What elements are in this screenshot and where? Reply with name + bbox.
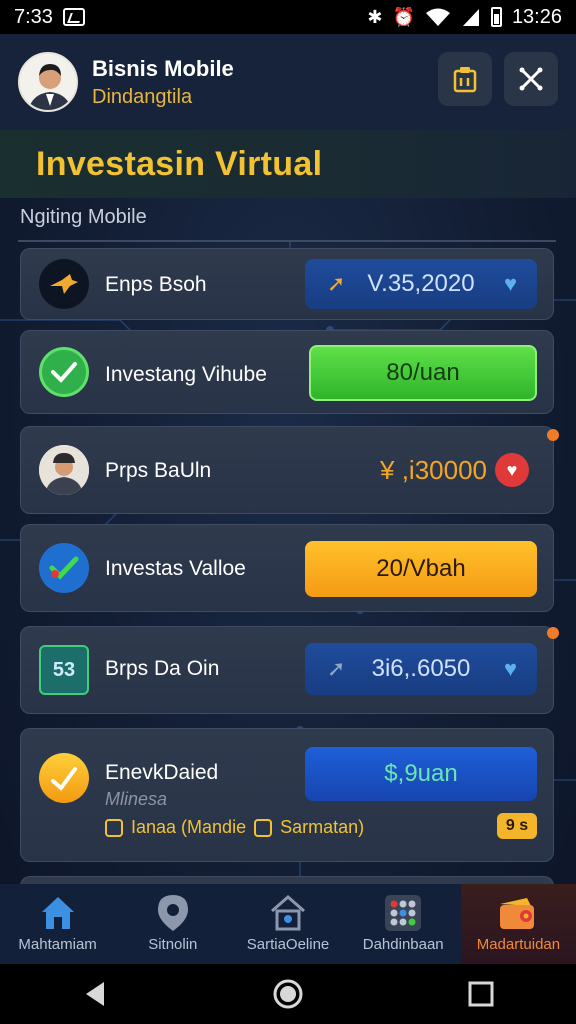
person-avatar (39, 445, 89, 495)
card-value-pill[interactable]: 20/Vbah (305, 541, 537, 597)
section-divider (18, 240, 556, 242)
card-value: ¥ ,i30000 (380, 455, 487, 485)
card-value-pill[interactable]: $,9uan (305, 747, 537, 801)
card-link-right[interactable]: Sarmatan) (280, 817, 364, 838)
back-icon[interactable] (82, 980, 108, 1008)
card-label: Brps Da Oin (105, 657, 220, 680)
mini-badge: 9 s (497, 813, 537, 839)
heart-icon: ♥ (503, 656, 517, 681)
clipboard-button[interactable] (438, 52, 492, 106)
page-banner: Investasin Virtual (0, 130, 576, 198)
card-links: Ianaa (Mandie Sarmatan) (105, 817, 364, 838)
card-link-left[interactable]: Ianaa (Mandie (131, 817, 246, 838)
note-icon (254, 818, 273, 837)
chevron-up-icon: ➚ (327, 271, 346, 296)
system-navigation-bar (0, 964, 576, 1024)
card-label: Investang Vihube (105, 363, 267, 386)
grid-dots-icon (382, 892, 424, 934)
card-value: 3i6,.6050 (371, 655, 471, 682)
heart-icon[interactable]: ♥ (495, 453, 529, 487)
wallet-icon (497, 892, 539, 934)
wifi-icon (425, 8, 450, 26)
card-value: 80/uan (386, 359, 460, 386)
status-time-right: 13:26 (511, 5, 562, 28)
investment-card-5[interactable]: 53 Brps Da Oin ➚ 3i6,.6050 ♥ (20, 626, 559, 714)
close-button[interactable] (504, 52, 558, 106)
card-value: $,9uan (384, 760, 458, 787)
recents-icon[interactable] (468, 981, 494, 1007)
nav-label: Dahdinbaan (362, 936, 444, 953)
notification-dot (547, 429, 559, 441)
battery-icon (490, 7, 502, 27)
card-value: V.35,2020 (367, 270, 475, 297)
bluetooth-icon: ✱ (367, 7, 383, 27)
investment-card-3[interactable]: Prps BaUln ¥ ,i30000 ♥ (20, 426, 559, 514)
nav-label: Madartuidan (476, 936, 561, 953)
user-avatar[interactable] (18, 52, 78, 112)
coin-icon (39, 753, 89, 803)
card-value: 20/Vbah (376, 555, 466, 582)
check-globe-icon (39, 543, 89, 593)
nav-item-network[interactable]: SartiaOeline (230, 884, 345, 964)
fox-icon (39, 259, 89, 309)
app-header: Bisnis Mobile Dindangtila (0, 34, 576, 130)
nav-label: Sitnolin (148, 936, 198, 953)
avatar-portrait-icon (20, 54, 76, 110)
calendar-badge-text: 53 (52, 658, 76, 681)
location-pin-icon (152, 892, 194, 934)
header-subtitle: Dindangtila (92, 85, 193, 108)
nav-item-location[interactable]: Sitnolin (115, 884, 230, 964)
nav-label: Mahtamiam (18, 936, 97, 953)
bottom-navigation: Mahtamiam Sitnolin SartiaOeline Dahdinba… (0, 884, 576, 964)
card-label: Investas Valloe (105, 557, 246, 580)
image-icon (62, 8, 85, 26)
investment-card-2[interactable]: Investang Vihube 80/uan (20, 330, 554, 414)
card-label: Prps BaUln (105, 459, 212, 482)
home-icon (37, 892, 79, 934)
card-value-pill[interactable]: 80/uan (309, 345, 537, 401)
calendar-icon: 53 (39, 645, 89, 695)
heart-icon: ♥ (503, 271, 517, 296)
nav-label: SartiaOeline (246, 936, 330, 953)
investment-card-6[interactable]: EnevkDaied Mlinesa Ianaa (Mandie Sarmata… (20, 728, 554, 862)
close-icon (519, 67, 543, 91)
header-title: Bisnis Mobile (92, 55, 234, 81)
camera-icon (105, 818, 123, 837)
status-time: 7:33 (14, 5, 53, 28)
status-bar: 7:33 ✱ ⏰ 13:26 (0, 0, 576, 34)
notification-dot (547, 627, 559, 639)
card-value-pill[interactable]: ➚ 3i6,.6050 ♥ (305, 643, 537, 695)
nav-item-wallet[interactable]: Madartuidan (460, 884, 576, 964)
card-muted-text: Mlinesa (105, 789, 168, 809)
section-label: Ngiting Mobile (20, 206, 147, 228)
card-value-pill[interactable]: ➚ V.35,2020 ♥ (305, 259, 537, 309)
chevron-up-icon: ➚ (327, 656, 346, 681)
card-label: EnevkDaied (105, 761, 219, 784)
nav-item-grid[interactable]: Dahdinbaan (346, 884, 461, 964)
check-circle-icon (39, 347, 89, 397)
clipboard-icon (453, 67, 477, 93)
investment-card-4[interactable]: Investas Valloe 20/Vbah (20, 524, 554, 612)
investment-card-1[interactable]: Enps Bsoh ➚ V.35,2020 ♥ (20, 248, 554, 320)
house-network-icon (267, 892, 309, 934)
alarm-icon: ⏰ (392, 7, 415, 27)
card-label: Enps Bsoh (105, 273, 207, 296)
nav-item-home[interactable]: Mahtamiam (0, 884, 115, 964)
home-circle-icon[interactable] (272, 978, 304, 1010)
page-title: Investasin Virtual (36, 144, 323, 183)
signal-icon (462, 9, 479, 26)
